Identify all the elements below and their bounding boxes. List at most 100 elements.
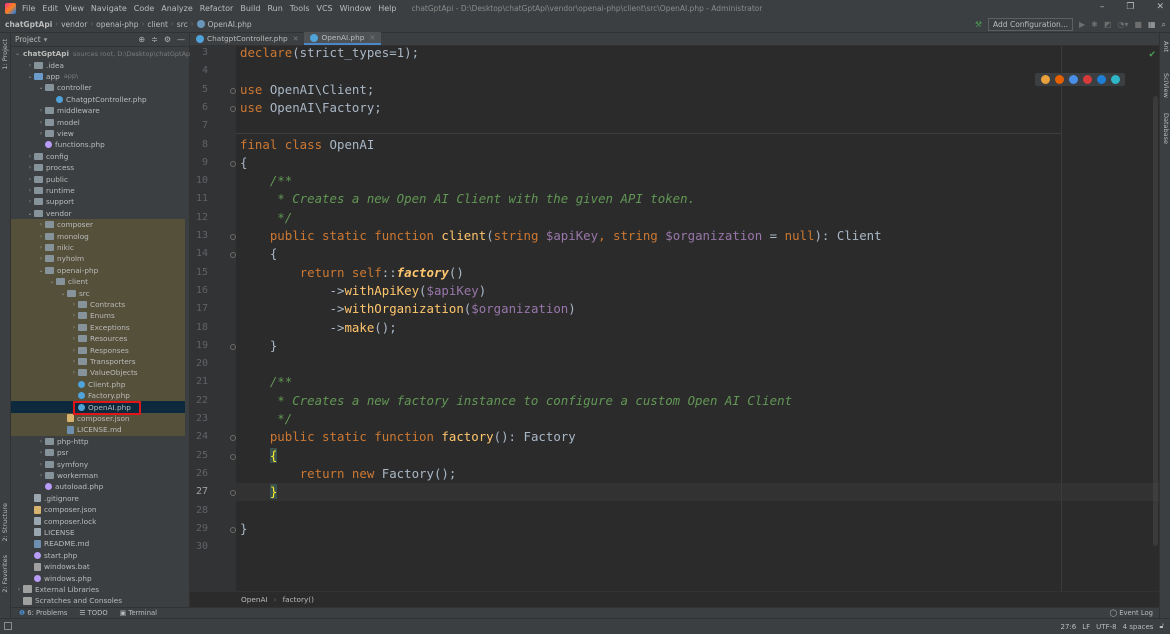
debug-icon[interactable]: ✱ (1091, 20, 1098, 29)
indent-setting[interactable]: 4 spaces (1123, 623, 1154, 631)
collapse-all-icon[interactable]: ≑ (151, 35, 158, 44)
close-icon[interactable]: ✕ (1156, 2, 1164, 12)
inspection-ok-icon[interactable]: ✔ (1148, 50, 1156, 60)
tree-item[interactable]: › middleware (11, 105, 185, 116)
code-line[interactable]: { (240, 154, 247, 172)
fold-marker-icon[interactable] (230, 105, 236, 112)
tree-item[interactable]: ⌄ src (11, 287, 185, 299)
chevron-down-icon[interactable]: ⌄ (37, 84, 45, 91)
tree-item[interactable]: LICENSE.md (11, 424, 185, 436)
project-structure-icon[interactable]: ▦ (1148, 20, 1156, 29)
profile-icon[interactable]: ◔▾ (1117, 20, 1128, 29)
code-line[interactable]: public static function client(string $ap… (240, 227, 882, 245)
tree-item[interactable]: Client.php (11, 378, 185, 390)
add-configuration-button[interactable]: Add Configuration... (988, 18, 1073, 31)
close-icon[interactable]: ✕ (369, 34, 375, 42)
breadcrumb-item[interactable]: client (147, 20, 168, 29)
tree-item[interactable]: › .idea (11, 59, 185, 70)
chevron-down-icon[interactable]: ⌄ (15, 50, 20, 57)
code-line[interactable]: /** (240, 373, 292, 391)
menu-run[interactable]: Run (267, 4, 282, 13)
tree-item[interactable]: windows.php (11, 572, 185, 583)
code-line[interactable]: final class OpenAI (240, 136, 374, 154)
tree-item[interactable]: › Transporters (11, 355, 185, 368)
coverage-icon[interactable]: ◩ (1104, 20, 1112, 29)
breadcrumb-class[interactable]: OpenAI (241, 595, 268, 604)
safari-icon[interactable] (1068, 75, 1078, 84)
tree-item[interactable]: LICENSE (11, 527, 185, 538)
tree-item[interactable]: ⌄ vendor (11, 208, 185, 219)
chevron-right-icon[interactable]: › (37, 461, 45, 468)
fold-marker-icon[interactable] (230, 160, 236, 167)
code-line[interactable]: return self::factory() (240, 264, 464, 282)
tree-item[interactable]: › symfony (11, 458, 185, 469)
code-line[interactable]: /** (240, 172, 292, 190)
tree-item[interactable]: › view (11, 128, 185, 139)
edge-icon[interactable] (1110, 75, 1120, 84)
chevron-right-icon[interactable]: › (37, 472, 45, 479)
tree-item[interactable]: › Enums (11, 310, 185, 322)
tree-item[interactable]: ChatgptController.php (11, 94, 185, 105)
tree-item[interactable]: › Resources (11, 333, 185, 345)
code-line[interactable]: } (240, 520, 247, 538)
chevron-right-icon[interactable]: › (37, 221, 45, 228)
tab-database[interactable]: Database (1162, 113, 1170, 144)
fold-marker-icon[interactable] (230, 453, 236, 460)
tree-item[interactable]: ⌄ client (11, 276, 185, 288)
tree-item[interactable]: › Exceptions (11, 321, 185, 333)
opera-icon[interactable] (1082, 75, 1092, 84)
tree-item[interactable]: › workerman (11, 470, 185, 481)
chevron-right-icon[interactable]: › (37, 255, 45, 262)
vertical-scrollbar[interactable] (1153, 96, 1158, 546)
breadcrumb-method[interactable]: factory() (283, 595, 314, 604)
tree-item[interactable]: › composer (11, 219, 185, 231)
fold-marker-icon[interactable] (230, 526, 236, 533)
tree-item[interactable]: › Responses (11, 344, 185, 356)
tree-item[interactable]: › Contracts (11, 298, 185, 311)
chevron-right-icon[interactable]: › (26, 62, 34, 69)
tree-item[interactable]: › monolog (11, 230, 185, 242)
chevron-right-icon[interactable]: › (26, 176, 34, 183)
tab-favorites[interactable]: 2: Favorites (1, 555, 9, 593)
chevron-right-icon[interactable]: › (15, 586, 23, 593)
chevron-right-icon[interactable]: › (26, 187, 34, 194)
code-line[interactable]: use OpenAI\Client; (240, 81, 374, 99)
tree-item[interactable]: start.php (11, 550, 185, 561)
chevron-right-icon[interactable]: › (70, 335, 78, 342)
breadcrumb-item[interactable]: chatGptApi (5, 20, 52, 29)
menu-analyze[interactable]: Analyze (161, 4, 193, 13)
tree-item[interactable]: composer.lock (11, 515, 185, 526)
tree-item[interactable]: › model (11, 116, 185, 127)
tree-item[interactable]: ⌄ openai-php (11, 264, 185, 276)
menu-view[interactable]: View (65, 4, 84, 13)
tree-item[interactable]: autoload.php (11, 481, 185, 492)
chevron-right-icon[interactable]: › (70, 369, 78, 376)
line-separator[interactable]: LF (1082, 623, 1090, 631)
tree-item[interactable]: ⌄ chatGptApi sources root, D:\Desktop\chat… (11, 48, 192, 59)
chevron-right-icon[interactable]: › (37, 107, 45, 114)
chevron-down-icon[interactable]: ⌄ (48, 278, 56, 285)
tree-item[interactable]: › process (11, 162, 185, 173)
code-editor[interactable]: 3 4 5 6 7 8 9 10 11 12 13 14 15 16 17 18 19 20 21 22 23 24 25 2… (190, 46, 1159, 591)
menu-navigate[interactable]: Navigate (91, 4, 127, 13)
tree-item[interactable]: Factory.php (11, 390, 185, 402)
chevron-right-icon[interactable]: › (70, 312, 78, 319)
tree-item[interactable]: .gitignore (11, 493, 185, 504)
code-line[interactable]: ->withOrganization($organization) (240, 300, 576, 318)
fold-marker-icon[interactable] (230, 343, 236, 350)
tab-problems[interactable]: ❶ 6: Problems (19, 609, 67, 617)
code-line[interactable]: } (240, 337, 277, 355)
code-line[interactable]: declare(strict_types=1); (240, 46, 419, 62)
minimize-icon[interactable]: – (1100, 2, 1105, 12)
breadcrumb-item[interactable]: OpenAI.php (208, 20, 252, 29)
event-log-button[interactable]: ◯ Event Log (1109, 609, 1153, 617)
menu-build[interactable]: Build (240, 4, 260, 13)
file-encoding[interactable]: UTF-8 (1096, 623, 1116, 631)
breadcrumb-item[interactable]: openai-php (96, 20, 138, 29)
tree-item[interactable]: › ValueObjects (11, 367, 185, 379)
tree-item[interactable]: › nyholm (11, 253, 185, 265)
hide-icon[interactable]: — (177, 35, 185, 44)
chevron-right-icon[interactable]: › (37, 449, 45, 456)
chevron-right-icon[interactable]: › (37, 130, 45, 137)
menu-tools[interactable]: Tools (290, 4, 310, 13)
